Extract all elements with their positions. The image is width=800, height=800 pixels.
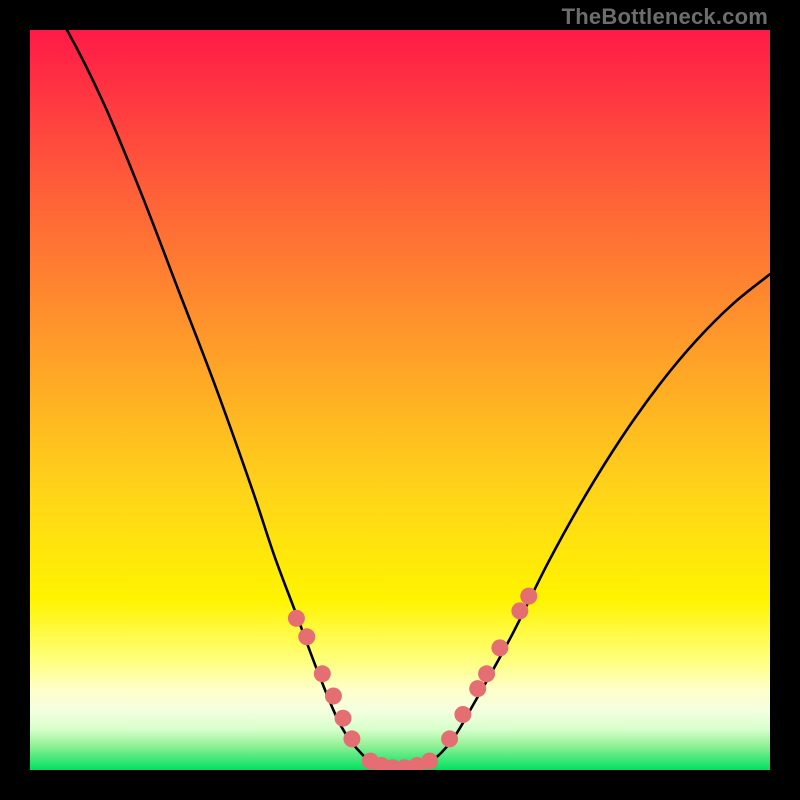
marker-dot bbox=[335, 710, 352, 727]
watermark-text: TheBottleneck.com bbox=[562, 4, 768, 30]
marker-dot bbox=[520, 588, 537, 605]
chart-frame: TheBottleneck.com bbox=[0, 0, 800, 800]
bottleneck-curve-path bbox=[30, 30, 770, 770]
marker-dot bbox=[454, 706, 471, 723]
marker-dot bbox=[491, 639, 508, 656]
curve-series bbox=[30, 30, 770, 770]
marker-dot bbox=[421, 753, 438, 770]
marker-dot bbox=[288, 610, 305, 627]
marker-dot bbox=[441, 730, 458, 747]
plot-area bbox=[30, 30, 770, 770]
marker-dot bbox=[314, 665, 331, 682]
bottleneck-chart bbox=[30, 30, 770, 770]
marker-dot bbox=[343, 730, 360, 747]
marker-dot bbox=[325, 688, 342, 705]
marker-dots bbox=[288, 588, 537, 770]
marker-dot bbox=[298, 628, 315, 645]
marker-dot bbox=[469, 680, 486, 697]
marker-dot bbox=[511, 602, 528, 619]
marker-dot bbox=[478, 665, 495, 682]
